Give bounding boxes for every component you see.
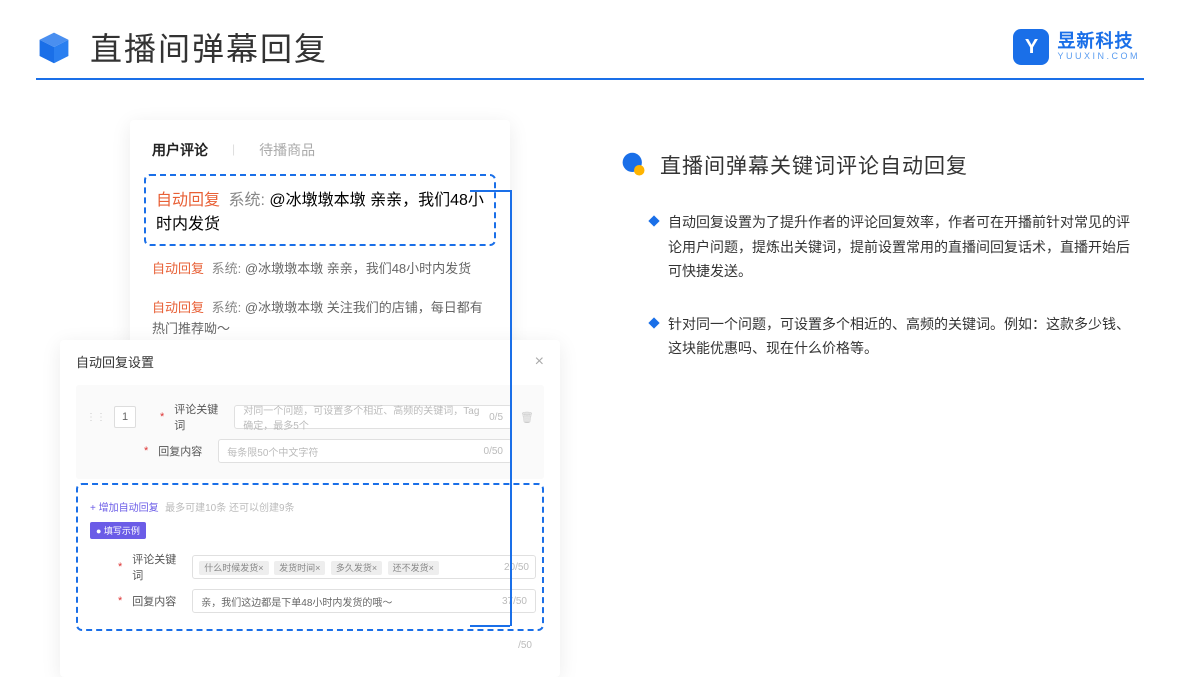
section-title: 直播间弹幕关键词评论自动回复 [660,150,968,180]
diamond-bullet-icon [648,317,659,328]
drag-handle-icon[interactable]: ⋮⋮ [86,412,106,423]
screenshots-column: 用户评论 | 待播商品 自动回复 系统: @冰墩墩本墩 亲亲，我们48小时内发货… [60,120,560,389]
ex-keyword-label: 评论关键词 [132,551,184,583]
add-hint: 最多可建10条 还可以创建9条 [165,503,294,514]
comment-text: @冰墩墩本墩 亲亲，我们48小时内发货 [245,261,471,276]
auto-reply-tag: 自动回复 [152,300,204,315]
highlighted-comment: 自动回复 系统: @冰墩墩本墩 亲亲，我们48小时内发货 [144,174,496,246]
system-label: 系统: [228,192,264,209]
logo-badge-icon: Y [1013,29,1049,65]
required-star: * [118,561,122,573]
bullet-item: 自动回复设置为了提升作者的评论回复效率，作者可在开播前针对常见的评论用户问题，提… [620,210,1140,284]
logo-en: YUUXIN.COM [1057,52,1140,62]
system-label: 系统: [212,261,242,276]
ex-content-value: 亲，我们这边都是下单48小时内发货的哦～ [201,594,392,609]
bullet-item: 针对同一个问题，可设置多个相近的、高频的关键词。例如：这款多少钱、这块能优惠吗、… [620,312,1140,361]
connector-line [470,190,510,192]
comment-row: 自动回复 系统: @冰墩墩本墩 亲亲，我们48小时内发货 [130,250,510,289]
content-input[interactable]: 每条限50个中文字符 0/50 [218,439,512,463]
count-hint: 0/50 [484,446,503,457]
placeholder-text: 每条限50个中文字符 [227,444,318,459]
required-star: * [144,445,148,457]
settings-title: 自动回复设置 [76,352,154,371]
connector-line [470,625,510,627]
tabs: 用户评论 | 待播商品 [130,140,510,170]
page-header: 直播间弹幕回复 Y 昱新科技 YUUXIN.COM [0,0,1180,78]
ex-keyword-tags[interactable]: 什么时候发货× 发货时间× 多久发货× 还不发货× 20/50 [192,555,536,579]
description-column: 直播间弹幕关键词评论自动回复 自动回复设置为了提升作者的评论回复效率，作者可在开… [620,120,1140,389]
keyword-label: 评论关键词 [174,401,226,433]
add-auto-reply-link[interactable]: + 增加自动回复 [90,499,159,514]
diamond-bullet-icon [648,215,659,226]
tab-pending-goods[interactable]: 待播商品 [259,140,315,160]
title-wrap: 直播间弹幕回复 [36,24,328,70]
bullet-text: 自动回复设置为了提升作者的评论回复效率，作者可在开播前针对常见的评论用户问题，提… [668,210,1140,284]
brand-logo: Y 昱新科技 YUUXIN.COM [1013,29,1140,65]
extra-count: /50 [518,640,532,651]
required-star: * [160,411,164,423]
auto-reply-tag: 自动回复 [152,261,204,276]
close-icon[interactable]: × [535,353,544,371]
ex-content-label: 回复内容 [132,593,184,609]
logo-cn: 昱新科技 [1057,32,1140,52]
count-hint: 37/50 [502,596,527,607]
count-hint: 20/50 [504,562,529,573]
required-star: * [118,595,122,607]
example-badge: ● 填写示例 [90,522,146,539]
auto-reply-tag: 自动回复 [156,192,220,209]
count-hint: 0/5 [489,412,503,423]
tab-user-comments[interactable]: 用户评论 [152,140,208,160]
connector-line [510,190,512,626]
cube-icon [36,29,72,65]
tab-separator: | [232,142,235,160]
placeholder-text: 对同一个问题，可设置多个相近、高频的关键词，Tag确定，最多5个 [243,402,489,432]
form-block: ⋮⋮ 1 * 评论关键词 对同一个问题，可设置多个相近、高频的关键词，Tag确定… [76,385,544,479]
tag-chip[interactable]: 还不发货× [388,561,439,575]
comments-panel: 用户评论 | 待播商品 自动回复 系统: @冰墩墩本墩 亲亲，我们48小时内发货… [130,120,510,372]
bullet-text: 针对同一个问题，可设置多个相近的、高频的关键词。例如：这款多少钱、这块能优惠吗、… [668,312,1140,361]
content-label: 回复内容 [158,443,210,459]
example-highlight: + 增加自动回复 最多可建10条 还可以创建9条 ● 填写示例 * 评论关键词 … [76,483,544,631]
ex-content-input[interactable]: 亲，我们这边都是下单48小时内发货的哦～ 37/50 [192,589,536,613]
chat-bubble-icon [620,151,648,179]
tag-chip[interactable]: 多久发货× [331,561,382,575]
row-number: 1 [114,406,136,428]
delete-icon[interactable]: 🗑 [520,411,534,424]
page-title: 直播间弹幕回复 [90,24,328,70]
system-label: 系统: [212,300,242,315]
tag-chip[interactable]: 什么时候发货× [199,561,268,575]
tag-chip[interactable]: 发货时间× [274,561,325,575]
keyword-input[interactable]: 对同一个问题，可设置多个相近、高频的关键词，Tag确定，最多5个 0/5 [234,405,512,429]
